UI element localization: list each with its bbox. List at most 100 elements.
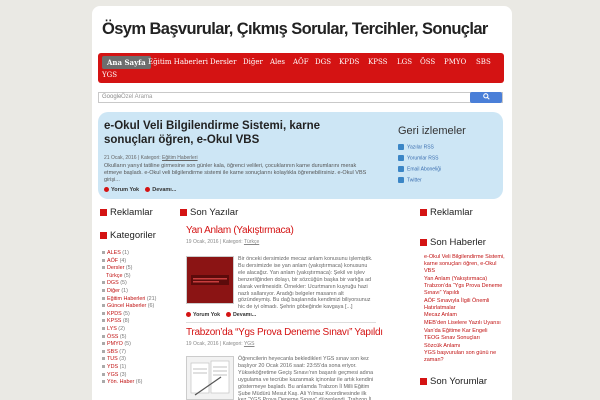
nav-item-diger[interactable]: Diğer bbox=[243, 58, 263, 66]
post-category[interactable]: Türkçe bbox=[244, 239, 259, 245]
post-links: Yorum Yok Devamı... bbox=[186, 312, 256, 318]
nav-item-dgs[interactable]: DGS bbox=[315, 58, 331, 66]
follow-comments-rss-label: Yorumlar RSS bbox=[407, 155, 439, 162]
category-item[interactable]: Eğitim Haberleri (21) bbox=[102, 296, 174, 304]
category-count: (5) bbox=[123, 310, 130, 317]
news-item[interactable]: Yan Anlam (Yakıştırmaca) bbox=[424, 276, 506, 283]
news-item[interactable]: YGS başvuruları son günü ne zaman? bbox=[424, 350, 506, 364]
category-count: (1) bbox=[119, 363, 127, 370]
bullet-icon bbox=[102, 319, 105, 323]
news-item[interactable]: Van’da Eğitime Kar Engeli bbox=[424, 328, 506, 335]
featured-post-excerpt: Okulların yarıyıl tatiline girmesine son… bbox=[104, 163, 367, 183]
arrow-icon bbox=[225, 312, 231, 318]
search-button[interactable] bbox=[470, 92, 502, 103]
page-container: Ösym Başvurular, Çıkmış Sorular, Tercihl… bbox=[92, 6, 512, 400]
email-icon bbox=[398, 166, 404, 172]
category-item[interactable]: KPSS (8) bbox=[102, 318, 174, 326]
category-item[interactable]: TUS (3) bbox=[102, 356, 174, 364]
post-meta: 19 Ocak, 2016 | Kategori: Türkçe bbox=[186, 239, 260, 245]
category-count: (4) bbox=[119, 257, 127, 264]
post-category[interactable]: YGS bbox=[244, 341, 255, 347]
post-comments-link[interactable]: Yorum Yok bbox=[193, 312, 220, 318]
follow-email[interactable]: Email Aboneliği bbox=[398, 166, 441, 172]
post-thumbnail[interactable] bbox=[186, 356, 234, 400]
category-name: LYS bbox=[107, 325, 117, 332]
nav-item-sbs[interactable]: SBS bbox=[476, 58, 491, 66]
category-name: YGS bbox=[107, 371, 119, 378]
follow-comments-rss[interactable]: Yorumlar RSS bbox=[398, 155, 439, 161]
post-more-link[interactable]: Devamı... bbox=[233, 312, 256, 318]
news-item[interactable]: TEOG Sınav Sonuçları bbox=[424, 335, 506, 342]
nav-item-aof[interactable]: AÖF bbox=[293, 58, 309, 66]
post-title[interactable]: Trabzon’da “Ygs Prova Deneme Sınavı” Yap… bbox=[186, 327, 383, 338]
category-name: Yön. Haber bbox=[107, 379, 135, 386]
category-count: (5) bbox=[120, 280, 127, 287]
recent-posts-heading-label: Son Yazılar bbox=[190, 207, 239, 218]
category-item[interactable]: Güncel Haberler (6) bbox=[102, 303, 174, 311]
category-item[interactable]: PMYO (5) bbox=[102, 341, 174, 349]
category-count: (3) bbox=[119, 356, 126, 363]
category-item[interactable]: SBS (7) bbox=[102, 349, 174, 357]
category-name: Diğer bbox=[107, 287, 120, 294]
search-input[interactable]: Özel Arama bbox=[121, 94, 152, 100]
featured-post-links: Yorum Yok Devamı... bbox=[104, 187, 176, 193]
post-meta: 19 Ocak, 2016 | Kategori: YGS bbox=[186, 341, 255, 347]
nav-item-dersler[interactable]: Dersler bbox=[210, 58, 236, 66]
category-name: AÖF bbox=[107, 257, 119, 264]
category-item[interactable]: KPDS (5) bbox=[102, 311, 174, 319]
category-item[interactable]: YDS (1) bbox=[102, 364, 174, 372]
featured-more-link[interactable]: Devamı... bbox=[152, 187, 176, 193]
category-item[interactable]: ALES (1) bbox=[102, 250, 174, 258]
category-name: KPDS bbox=[107, 310, 122, 317]
category-count: (8) bbox=[122, 318, 130, 325]
category-item[interactable]: DGS (5) bbox=[102, 280, 174, 288]
news-item[interactable]: Trabzon’da “Ygs Prova Deneme Sınavı” Yap… bbox=[424, 283, 506, 297]
follow-posts-rss[interactable]: Yazılar RSS bbox=[398, 144, 434, 150]
post-date: 19 Ocak, 2016 bbox=[186, 341, 219, 347]
nav-item-pmyo[interactable]: PMYO bbox=[444, 58, 466, 66]
featured-post-category[interactable]: Eğitim Haberleri bbox=[162, 155, 198, 161]
category-item[interactable]: ÖSS (5) bbox=[102, 334, 174, 342]
category-name: SBS bbox=[107, 348, 118, 355]
category-name: ALES bbox=[107, 250, 121, 256]
news-item[interactable]: MEB’den Liselere Yazılı Uyarısı bbox=[424, 320, 506, 327]
latest-comments-heading: Son Yorumlar bbox=[420, 376, 487, 387]
featured-comments-link[interactable]: Yorum Yok bbox=[111, 187, 139, 193]
categories-heading: Kategoriler bbox=[100, 230, 156, 241]
category-item[interactable]: Diğer (1) bbox=[102, 288, 174, 296]
post-thumbnail[interactable] bbox=[186, 256, 234, 304]
nav-item-kpss[interactable]: KPSS bbox=[368, 58, 387, 66]
category-item[interactable]: Dersler (5) bbox=[102, 265, 174, 273]
nav-item-oss[interactable]: ÖSS bbox=[420, 58, 435, 66]
category-name: Eğitim Haberleri bbox=[107, 295, 146, 302]
arrow-icon bbox=[145, 187, 151, 193]
square-icon bbox=[420, 239, 427, 246]
news-item[interactable]: Sözcük Anlamı bbox=[424, 343, 506, 350]
nav-item-ana-sayfa[interactable]: Ana Sayfa bbox=[102, 56, 151, 69]
square-icon bbox=[100, 209, 107, 216]
site-title[interactable]: Ösym Başvurular, Çıkmış Sorular, Tercihl… bbox=[102, 20, 488, 39]
news-item[interactable]: AÖF Sınavıyla İlgili Önemli Hatırlatmala… bbox=[424, 298, 506, 312]
nav-item-lgs[interactable]: LGS bbox=[397, 58, 412, 66]
post-title[interactable]: Yan Anlam (Yakıştırmaca) bbox=[186, 225, 294, 236]
category-name: Türkçe bbox=[106, 272, 123, 279]
latest-comments-heading-label: Son Yorumlar bbox=[430, 376, 488, 387]
nav-item-ygs[interactable]: YGS bbox=[102, 71, 117, 79]
nav-item-ales[interactable]: Ales bbox=[270, 58, 285, 66]
featured-post-meta: 21 Ocak, 2016 | Kategori: Eğitim Haberle… bbox=[104, 155, 198, 161]
featured-post-title[interactable]: e-Okul Veli Bilgilendirme Sistemi, karne… bbox=[104, 119, 364, 147]
category-item[interactable]: Yön. Haber (6) bbox=[102, 379, 174, 387]
category-item[interactable]: YGS (3) bbox=[102, 372, 174, 380]
twitter-icon bbox=[398, 177, 404, 183]
category-item[interactable]: AÖF (4) bbox=[102, 258, 174, 266]
follow-twitter[interactable]: Twitter bbox=[398, 177, 422, 183]
category-item[interactable]: LYS (2) bbox=[102, 326, 174, 334]
nav-item-egitim-haberleri[interactable]: Eğitim Haberleri bbox=[148, 58, 208, 66]
nav-item-kpds[interactable]: KPDS bbox=[339, 58, 359, 66]
bullet-icon bbox=[102, 281, 105, 285]
news-item[interactable]: Mecaz Anlam bbox=[424, 312, 506, 319]
category-item[interactable]: Türkçe (5) bbox=[102, 273, 174, 281]
category-count: (7) bbox=[119, 348, 126, 355]
post-divider bbox=[186, 322, 376, 323]
news-item[interactable]: e-Okul Veli Bilgilendirme Sistemi, karne… bbox=[424, 254, 506, 275]
